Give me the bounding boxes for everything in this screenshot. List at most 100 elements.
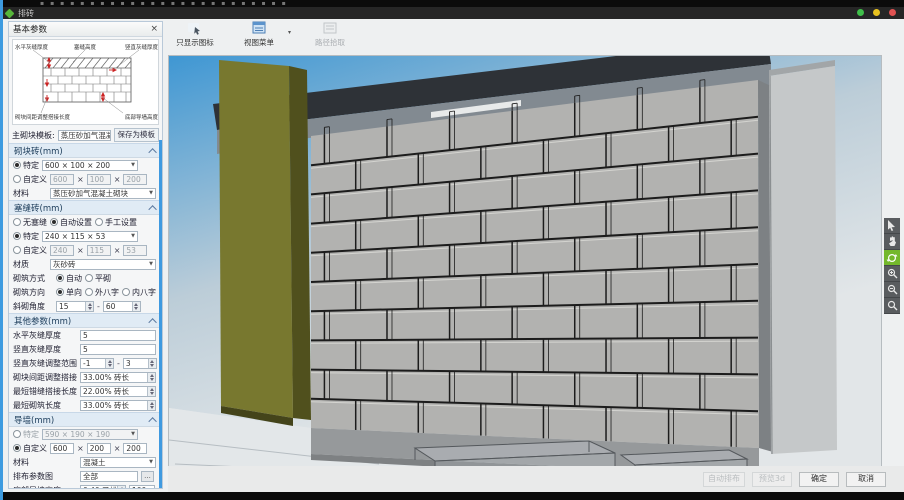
zoom-extents-tool-icon[interactable] — [884, 298, 900, 314]
radio-icon — [50, 218, 58, 226]
radio-option[interactable]: 自定义 — [13, 245, 47, 256]
panel-sections: 砌块砖(mm) 特定 600 × 100 × 200 ▼ 自定义 600 × 100 × 200 材… — [9, 143, 162, 488]
section-header[interactable]: 塞缝砖(mm) — [9, 200, 162, 215]
radio-option[interactable]: 单向 — [56, 287, 82, 298]
spinner-arrows-icon[interactable] — [131, 301, 140, 311]
section-header[interactable]: 导墙(mm) — [9, 412, 162, 427]
spinner-input[interactable]: -1 — [80, 357, 114, 369]
panel-close-icon[interactable]: × — [150, 25, 158, 34]
radio-label: 特定 — [23, 160, 39, 170]
field-label: 材料 — [13, 457, 29, 467]
radio-option[interactable]: 特定 — [13, 231, 39, 242]
spinner-arrows-icon[interactable] — [117, 485, 125, 488]
auto-arrange-button: 自动排布 — [703, 471, 745, 487]
field-label: 砌筑方向 — [13, 287, 45, 297]
spinner-input[interactable]: 0.40 已排布 — [80, 484, 126, 488]
spinner-arrows-icon[interactable] — [147, 386, 155, 396]
spinner-input[interactable]: 15 — [56, 300, 94, 312]
spinner-input[interactable]: 33.00% 砖长 — [80, 371, 156, 383]
text-input[interactable]: 5 — [80, 329, 156, 341]
dimension-separator: × — [113, 174, 121, 184]
collapse-chevron-icon[interactable] — [148, 147, 157, 157]
browse-button[interactable]: ... — [141, 470, 154, 482]
radio-option[interactable]: 手工设置 — [95, 217, 137, 228]
tab-bar: 排砖 — [0, 7, 904, 19]
param-row: 排布参数图 全部... — [9, 469, 162, 483]
param-row: 斜砌角度 15 -60 — [9, 299, 162, 313]
text-input[interactable]: 200 — [86, 442, 111, 454]
radio-label: 自定义 — [23, 443, 47, 453]
top-menubar: ▪▪▪▪▪▪▪▪▪▪▪▪▪▪▪▪▪▪▪▪▪▪▪▪▪ — [0, 0, 904, 7]
field-label: 材质 — [13, 259, 29, 269]
spinner-input[interactable]: 33.00% 砖长 — [80, 399, 156, 411]
path-pick-icon — [323, 22, 337, 34]
viewport-3d[interactable] — [168, 38, 882, 500]
radio-option[interactable]: 内八字 — [122, 287, 156, 298]
close-dot-icon[interactable] — [889, 9, 896, 16]
section-header[interactable]: 砌块砖(mm) — [9, 143, 162, 158]
radio-option[interactable]: 特定 — [13, 160, 39, 171]
cursor-tool-icon[interactable] — [884, 218, 900, 234]
radio-option[interactable]: 自动 — [56, 273, 82, 284]
radio-option[interactable]: 自定义 — [13, 443, 47, 454]
text-input[interactable]: 600 — [50, 442, 74, 454]
spinner-value: 22.00% 砖长 — [83, 386, 129, 396]
radio-option[interactable]: 自定义 — [13, 174, 47, 185]
collapse-chevron-icon[interactable] — [148, 317, 157, 327]
dimension-separator: × — [77, 245, 84, 255]
spinner-arrows-icon[interactable] — [85, 301, 93, 311]
param-row: 最短砌筑长度 33.00% 砖长 — [9, 398, 162, 412]
field-label: 材料 — [13, 188, 29, 198]
save-as-template-button[interactable]: 保存为模板 — [113, 128, 159, 142]
spinner-value: 33.00% 砖长 — [83, 400, 129, 410]
spinner-arrows-icon[interactable] — [147, 358, 156, 368]
panel-scrollbar[interactable] — [159, 140, 162, 488]
tab-title[interactable]: 排砖 — [18, 8, 34, 19]
restore-dot-icon[interactable] — [873, 9, 880, 16]
show-icons-only-button[interactable]: 只显示图标 — [170, 21, 220, 55]
template-dropdown[interactable]: 蒸压砂加气混凝土砌块 ▼ — [57, 129, 111, 141]
orbit-tool-icon[interactable] — [884, 250, 900, 266]
spinner-input[interactable]: 3 — [122, 357, 157, 369]
section-title: 砌块砖(mm) — [14, 146, 63, 157]
dropdown-value: 蒸压砂加气混凝土砌块 — [53, 188, 128, 198]
view-menu-dropdown-caret[interactable]: ▾ — [288, 29, 291, 36]
radio-option[interactable]: 外八字 — [85, 287, 119, 298]
dropdown[interactable]: 灰砂砖 ▼ — [50, 258, 156, 270]
ok-button[interactable]: 确定 — [799, 471, 839, 487]
text-input[interactable]: 100 — [129, 484, 155, 488]
zoom-in-tool-icon[interactable] — [884, 266, 900, 282]
pan-tool-icon[interactable] — [884, 234, 900, 250]
collapse-chevron-icon[interactable] — [148, 416, 157, 426]
spinner-arrows-icon[interactable] — [105, 358, 113, 368]
view-menu-button[interactable]: 视图菜单 — [234, 21, 284, 55]
radio-option[interactable]: 自动设置 — [50, 217, 92, 228]
spinner-arrows-icon[interactable] — [147, 400, 155, 410]
radio-option[interactable]: 无塞缝 — [13, 217, 47, 228]
dropdown[interactable]: 600 × 100 × 200 ▼ — [42, 159, 138, 171]
param-row: 底部导墙高度 0.40 已排布 100 — [9, 483, 162, 488]
minimize-dot-icon[interactable] — [857, 9, 864, 16]
dropdown[interactable]: 混凝土 ▼ — [80, 456, 156, 468]
viewport-area: 只显示图标 视图菜单 ▾ 路径拾取 自动排布 预览3d 确定 取消 — [168, 19, 904, 500]
text-input[interactable]: 全部 — [80, 470, 138, 482]
window-controls — [857, 9, 896, 16]
collapse-chevron-icon[interactable] — [148, 204, 157, 214]
radio-icon — [56, 288, 64, 296]
text-input[interactable]: 200 — [123, 442, 148, 454]
range-separator: - — [97, 301, 100, 311]
chevron-down-icon: ▼ — [131, 431, 135, 437]
dropdown[interactable]: 240 × 115 × 53 ▼ — [42, 230, 138, 242]
zoom-out-tool-icon[interactable] — [884, 282, 900, 298]
spinner-input[interactable]: 60 — [102, 300, 141, 312]
dropdown[interactable]: 蒸压砂加气混凝土砌块 ▼ — [50, 187, 156, 199]
cancel-button[interactable]: 取消 — [846, 471, 886, 487]
field-label: 砌块间距调整搭接长度 — [13, 372, 77, 382]
param-row: 材质 灰砂砖 ▼ — [9, 257, 162, 271]
spinner-input[interactable]: 22.00% 砖长 — [80, 385, 156, 397]
radio-option[interactable]: 平砌 — [85, 273, 111, 284]
spinner-value: -1 — [83, 358, 91, 368]
text-input[interactable]: 5 — [80, 343, 156, 355]
section-header[interactable]: 其他参数(mm) — [9, 313, 162, 328]
spinner-arrows-icon[interactable] — [147, 372, 155, 382]
